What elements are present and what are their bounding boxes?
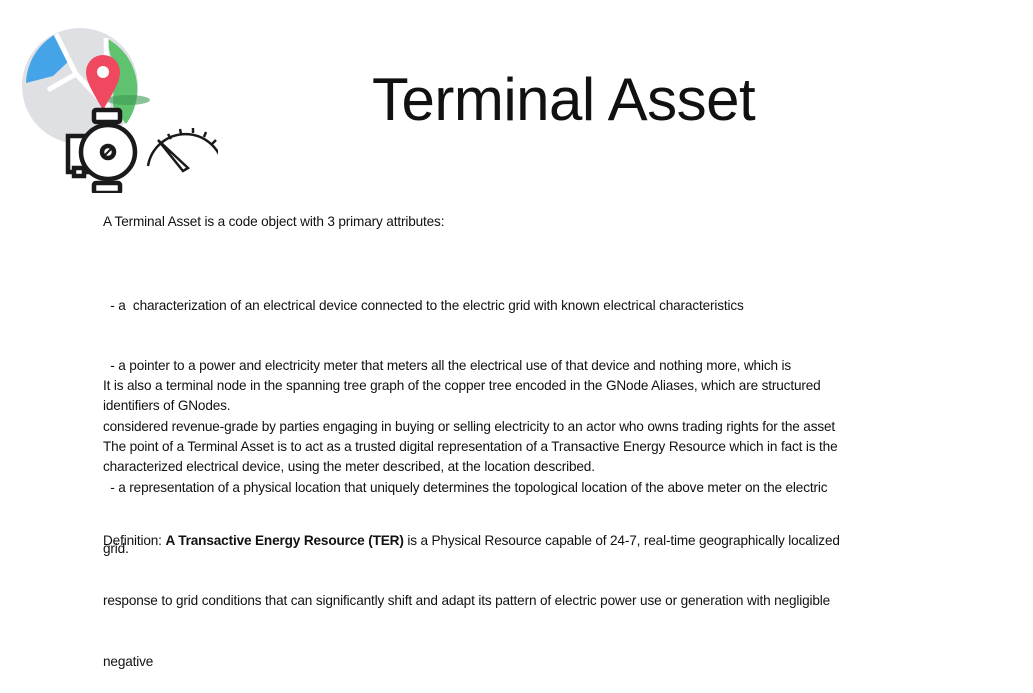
definition-label: Definition:	[103, 532, 166, 548]
paragraph-line: It is also a terminal node in the spanni…	[103, 378, 821, 393]
attribute-line: considered revenue-grade by parties enga…	[103, 419, 836, 435]
gauge-icon	[146, 128, 218, 173]
intro-text: A Terminal Asset is a code object with 3…	[103, 212, 444, 232]
map-pin-pump-gauge-icon	[22, 28, 218, 193]
definition-text: is a Physical Resource capable of 24-7, …	[403, 532, 840, 548]
page-title: Terminal Asset	[372, 66, 756, 133]
definition-term: A Transactive Energy Resource (TER)	[165, 532, 404, 548]
paragraph-line: negative	[103, 654, 154, 670]
attribute-line: - a characterization of an electrical de…	[103, 297, 744, 313]
paragraph-line: Definition: A Transactive Energy Resourc…	[103, 531, 840, 551]
attribute-line: - a pointer to a power and electricity m…	[103, 358, 792, 374]
definition-paragraph: Definition: A Transactive Energy Resourc…	[103, 490, 840, 693]
intro-line: A Terminal Asset is a code object with 3…	[103, 214, 445, 229]
terminal-node-paragraph: It is also a terminal node in the spanni…	[103, 376, 821, 417]
paragraph-line: characterized electrical device, using t…	[103, 459, 595, 475]
paragraph-line: The point of a Terminal Asset is to act …	[103, 439, 838, 454]
paragraph-line: identifiers of GNodes.	[103, 398, 231, 414]
paragraph-line: response to grid conditions that can sig…	[103, 593, 831, 609]
point-paragraph: The point of a Terminal Asset is to act …	[103, 437, 838, 478]
